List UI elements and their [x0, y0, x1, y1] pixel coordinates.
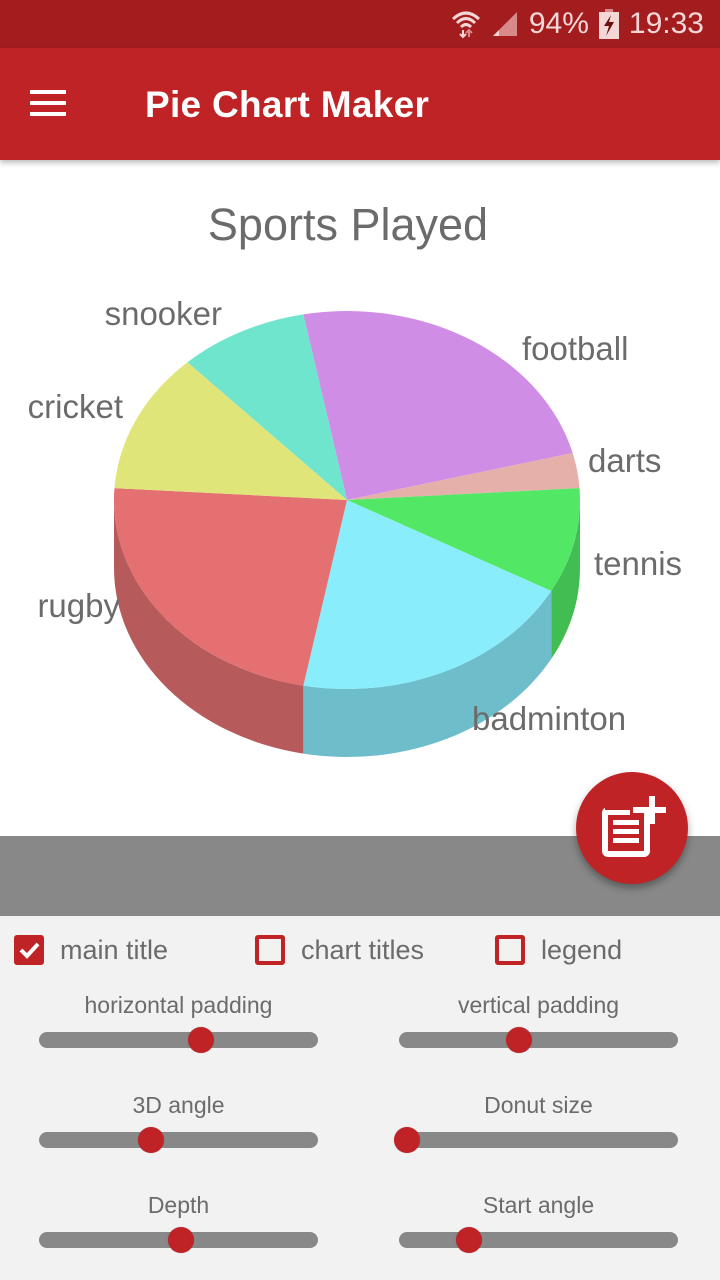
check-icon	[19, 942, 40, 959]
signal-icon	[492, 12, 517, 36]
add-note-button[interactable]	[576, 772, 688, 884]
slider-thumb[interactable]	[137, 1127, 164, 1153]
slider-track[interactable]	[39, 1127, 318, 1153]
slice-label-cricket: cricket	[28, 388, 123, 425]
slider-track[interactable]	[39, 1227, 318, 1253]
slice-label-darts: darts	[588, 442, 661, 479]
checkbox-label: legend	[541, 934, 623, 965]
checkbox-chart-titles[interactable]: chart titles	[255, 930, 424, 970]
slider-track[interactable]	[399, 1027, 678, 1053]
checkbox-label: chart titles	[301, 934, 425, 965]
slider-start-angle: Start angle	[399, 1190, 678, 1253]
slider-horizontal-padding: horizontal padding	[39, 990, 318, 1053]
checkbox-label: main title	[60, 934, 169, 965]
checkbox-main-title[interactable]: main title	[14, 930, 168, 970]
app-title: Pie Chart Maker	[145, 84, 430, 125]
status-bar: 94% 19:33	[0, 0, 720, 48]
wifi-icon	[451, 11, 480, 39]
controls-panel: main title chart titles legend horizonta…	[0, 916, 720, 1280]
app-bar: Pie Chart Maker	[0, 48, 720, 160]
battery-percent: 94%	[528, 7, 589, 40]
pie-chart: Sports Played football darts tennis badmint…	[28, 199, 682, 757]
slider-label: 3D angle	[132, 1092, 225, 1118]
slider-track[interactable]	[399, 1227, 678, 1253]
slider-depth: Depth	[39, 1190, 318, 1253]
slice-label-badminton: badminton	[472, 700, 626, 737]
slider-label: vertical padding	[457, 992, 620, 1018]
slider-thumb[interactable]	[168, 1227, 195, 1253]
slice-label-snooker: snooker	[105, 295, 222, 332]
add-note-icon	[602, 796, 666, 857]
slider-label: horizontal padding	[84, 992, 273, 1018]
checkbox-box[interactable]	[495, 935, 525, 965]
checkbox-box[interactable]	[255, 935, 285, 965]
hamburger-menu-icon[interactable]	[26, 84, 70, 124]
slider-thumb[interactable]	[455, 1227, 482, 1253]
slice-label-tennis: tennis	[594, 545, 682, 582]
slider-donut-size: Donut size	[394, 1090, 678, 1153]
checkbox-box[interactable]	[14, 935, 44, 965]
slider-3d-angle: 3D angle	[39, 1090, 318, 1153]
clock: 19:33	[628, 7, 704, 40]
slider-thumb[interactable]	[505, 1027, 532, 1053]
slider-thumb[interactable]	[187, 1027, 214, 1053]
battery-charging-icon	[598, 9, 619, 39]
slice-label-rugby: rugby	[37, 587, 120, 624]
slider-label: Depth	[147, 1192, 210, 1218]
chart-area: Sports Played football darts tennis badmint…	[0, 160, 720, 836]
checkbox-legend[interactable]: legend	[495, 930, 622, 970]
slider-track[interactable]	[39, 1027, 318, 1053]
chart-title: Sports Played	[208, 199, 488, 250]
slider-vertical-padding: vertical padding	[399, 990, 678, 1053]
slider-thumb[interactable]	[394, 1127, 421, 1153]
slider-label: Start angle	[482, 1192, 595, 1218]
slider-label: Donut size	[484, 1092, 593, 1118]
slice-label-football: football	[522, 330, 628, 367]
slider-track[interactable]	[394, 1127, 678, 1153]
